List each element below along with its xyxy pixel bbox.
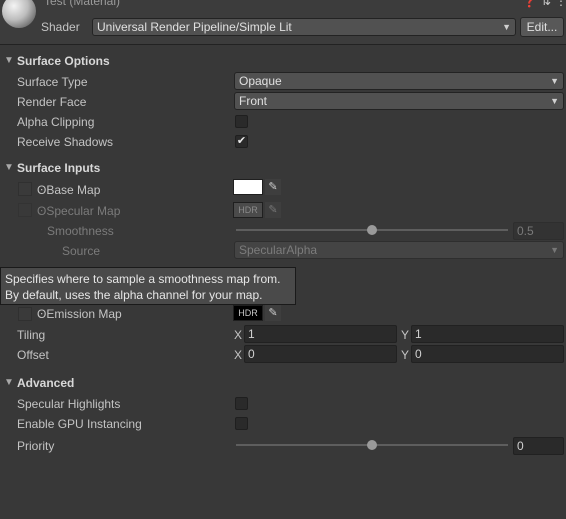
surface-type-value: Opaque	[239, 74, 282, 88]
object-picker-icon[interactable]: ʘ	[37, 204, 46, 218]
priority-label: Priority	[17, 439, 55, 453]
eyedropper-icon[interactable]: ✎	[265, 179, 281, 195]
eyedropper-icon[interactable]: ✎	[265, 305, 281, 321]
base-map-texture-slot[interactable]	[18, 182, 32, 196]
render-face-label: Render Face	[17, 95, 87, 109]
shader-value: Universal Render Pipeline/Simple Lit	[97, 20, 292, 34]
material-title: Test (Material)	[44, 0, 121, 8]
tiling-y-field[interactable]: 1	[411, 325, 564, 343]
gpu-instancing-label: Enable GPU Instancing	[17, 417, 142, 431]
priority-value-field[interactable]: 0	[513, 437, 564, 455]
source-dropdown[interactable]: SpecularAlpha ▼	[234, 241, 564, 259]
specular-highlights-label: Specular Highlights	[17, 397, 121, 411]
specular-color-swatch[interactable]: HDR	[233, 202, 263, 218]
emission-color-swatch[interactable]: HDR	[233, 305, 263, 321]
foldout-triangle-icon[interactable]: ▼	[4, 55, 14, 66]
edit-shader-button[interactable]: Edit...	[520, 17, 564, 37]
specular-map-label: ʘSpecular Map	[37, 204, 121, 218]
gpu-instancing-checkbox[interactable]	[235, 417, 248, 430]
base-map-label: ʘBase Map	[37, 183, 101, 197]
specular-map-texture-slot[interactable]	[18, 203, 32, 217]
object-picker-icon[interactable]: ʘ	[37, 183, 46, 197]
smoothness-slider-handle[interactable]	[367, 225, 377, 235]
render-face-value: Front	[239, 94, 268, 108]
kebab-menu-icon[interactable]: ⋮	[555, 0, 566, 8]
alpha-clipping-label: Alpha Clipping	[17, 115, 95, 129]
tiling-x-label: X	[234, 328, 243, 342]
shader-label: Shader	[41, 20, 80, 34]
preset-icon[interactable]: ⇅	[541, 0, 555, 8]
tiling-label: Tiling	[17, 328, 46, 342]
render-face-dropdown[interactable]: Front ▼	[234, 92, 564, 110]
tooltip: Specifies where to sample a smoothness m…	[0, 267, 296, 305]
emission-map-label: ʘEmission Map	[37, 307, 122, 321]
receive-shadows-label: Receive Shadows	[17, 135, 114, 149]
offset-y-label: Y	[401, 348, 410, 362]
receive-shadows-checkbox[interactable]: ✔	[235, 135, 248, 148]
smoothness-value-field[interactable]: 0.5	[513, 222, 564, 240]
surface-type-label: Surface Type	[17, 75, 88, 89]
priority-slider-handle[interactable]	[367, 440, 377, 450]
header-icons: ❓⇅⋮	[522, 0, 566, 8]
tooltip-line-1: Specifies where to sample a smoothness m…	[5, 272, 281, 286]
checkmark-icon: ✔	[236, 135, 247, 147]
smoothness-label: Smoothness	[47, 224, 114, 238]
specular-highlights-checkbox[interactable]	[235, 397, 248, 410]
chevron-down-icon: ▼	[550, 96, 559, 106]
header-divider	[0, 44, 566, 45]
help-icon[interactable]: ❓	[522, 0, 541, 8]
section-surface-inputs[interactable]: Surface Inputs	[17, 161, 100, 175]
offset-x-field[interactable]: 0	[244, 345, 397, 363]
tiling-x-field[interactable]: 1	[244, 325, 397, 343]
chevron-down-icon: ▼	[550, 76, 559, 86]
object-picker-icon[interactable]: ʘ	[37, 307, 46, 321]
chevron-down-icon: ▼	[502, 22, 511, 32]
offset-y-field[interactable]: 0	[411, 345, 564, 363]
source-value: SpecularAlpha	[239, 243, 318, 257]
alpha-clipping-checkbox[interactable]	[235, 115, 248, 128]
section-surface-options[interactable]: Surface Options	[17, 54, 110, 68]
surface-type-dropdown[interactable]: Opaque ▼	[234, 72, 564, 90]
eyedropper-icon[interactable]: ✎	[265, 202, 281, 218]
tiling-y-label: Y	[401, 328, 410, 342]
foldout-triangle-icon[interactable]: ▼	[4, 377, 14, 388]
emission-map-texture-slot[interactable]	[18, 307, 32, 321]
shader-dropdown[interactable]: Universal Render Pipeline/Simple Lit ▼	[92, 18, 516, 36]
base-map-color-swatch[interactable]	[233, 179, 263, 195]
foldout-triangle-icon[interactable]: ▼	[4, 162, 14, 173]
tooltip-line-2: By default, uses the alpha channel for y…	[5, 288, 263, 302]
offset-label: Offset	[17, 348, 49, 362]
chevron-down-icon: ▼	[550, 245, 559, 255]
source-label: Source	[62, 244, 101, 258]
section-advanced[interactable]: Advanced	[17, 376, 74, 390]
offset-x-label: X	[234, 348, 243, 362]
